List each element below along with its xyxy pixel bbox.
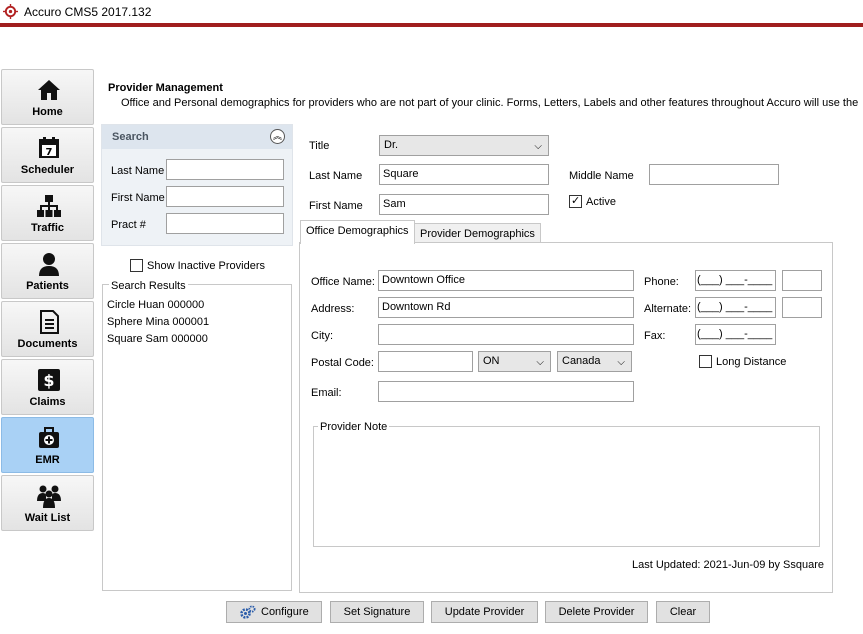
org-chart-icon: [37, 195, 61, 217]
provider-note-area[interactable]: [313, 426, 820, 547]
middle-name-input[interactable]: [649, 164, 779, 185]
chevron-down-icon: ⌵: [536, 357, 544, 368]
search-results-title: Search Results: [109, 280, 188, 292]
title-select-value: Dr.: [384, 139, 399, 151]
search-panel-title: Search: [112, 131, 149, 143]
province-select[interactable]: ON ⌵: [478, 351, 551, 372]
sidebar-item-label: Patients: [26, 280, 69, 292]
city-input[interactable]: [378, 324, 634, 345]
search-first-name-input[interactable]: [166, 186, 284, 207]
accent-bar: [0, 23, 863, 27]
active-label: Active: [586, 196, 616, 208]
city-label: City:: [311, 330, 333, 342]
last-updated-text: Last Updated: 2021-Jun-09 by Ssquare: [632, 559, 825, 571]
country-select-value: Canada: [562, 355, 601, 367]
tab-office-demographics[interactable]: Office Demographics: [300, 220, 415, 244]
list-item[interactable]: Square Sam 000000: [107, 333, 208, 345]
sidebar-item-label: Traffic: [30, 222, 64, 234]
search-first-name-label: First Name: [111, 192, 165, 204]
svg-text:$: $: [43, 371, 54, 390]
sidebar-item-wait-list[interactable]: Wait List: [1, 475, 94, 531]
title-label: Title: [309, 140, 330, 152]
list-item[interactable]: Circle Huan 000000: [107, 299, 204, 311]
active-checkbox[interactable]: [569, 194, 582, 208]
search-panel-header: Search ︽: [102, 125, 292, 149]
sidebar-item-patients[interactable]: Patients: [1, 243, 94, 299]
search-pract-label: Pract #: [111, 219, 146, 231]
alternate-label: Alternate:: [644, 303, 692, 315]
svg-text:7: 7: [46, 147, 53, 158]
sidebar-item-traffic[interactable]: Traffic: [1, 185, 94, 241]
last-name-label: Last Name: [309, 170, 363, 182]
address-input[interactable]: Downtown Rd: [378, 297, 634, 318]
last-name-input[interactable]: Square: [379, 164, 549, 185]
fax-input[interactable]: (___) ___-____: [695, 324, 776, 345]
alternate-ext-input[interactable]: [782, 297, 822, 318]
show-inactive-label: Show Inactive Providers: [147, 260, 265, 272]
calendar-icon: 7: [39, 137, 59, 158]
search-results-list: [102, 284, 292, 591]
clear-button[interactable]: Clear: [656, 601, 710, 623]
update-provider-button[interactable]: Update Provider: [431, 601, 538, 623]
phone-label: Phone:: [644, 276, 679, 288]
sidebar-item-label: Claims: [29, 396, 66, 408]
phone-ext-input[interactable]: [782, 270, 822, 291]
sidebar-item-emr[interactable]: EMR: [1, 417, 94, 473]
app-logo-icon: [3, 4, 18, 19]
alternate-input[interactable]: (___) ___-____: [695, 297, 776, 318]
sidebar-item-label: Wait List: [24, 512, 71, 524]
page-title: Provider Management: [108, 82, 223, 94]
show-inactive-checkbox[interactable]: [130, 259, 143, 272]
sidebar-item-home[interactable]: Home: [1, 69, 94, 125]
medical-bag-icon: [39, 427, 59, 448]
title-select[interactable]: Dr. ⌵: [379, 135, 549, 156]
home-icon: [38, 80, 60, 100]
document-icon: [40, 310, 59, 334]
email-label: Email:: [311, 387, 342, 399]
middle-name-label: Middle Name: [569, 170, 634, 182]
set-signature-button[interactable]: Set Signature: [330, 601, 424, 623]
search-last-name-label: Last Name: [111, 165, 165, 177]
gear-icon: [240, 605, 256, 619]
collapse-icon[interactable]: ︽: [270, 129, 285, 144]
configure-button[interactable]: Configure: [226, 601, 322, 623]
postal-code-label: Postal Code:: [311, 357, 374, 369]
delete-provider-button[interactable]: Delete Provider: [545, 601, 648, 623]
chevron-down-icon: ⌵: [617, 357, 625, 368]
search-pract-input[interactable]: [166, 213, 284, 234]
office-name-input[interactable]: Downtown Office: [378, 270, 634, 291]
long-distance-label: Long Distance: [716, 356, 787, 368]
window-title: Accuro CMS5 2017.132: [24, 5, 152, 19]
email-input[interactable]: [378, 381, 634, 402]
postal-code-input[interactable]: [378, 351, 473, 372]
search-panel: Search ︽ Last Name First Name Pract #: [101, 124, 293, 246]
sidebar-item-label: Documents: [17, 338, 78, 350]
fax-label: Fax:: [644, 330, 666, 342]
group-icon: [37, 485, 61, 508]
office-name-label: Office Name:: [311, 276, 375, 288]
sidebar-item-scheduler[interactable]: 7 Scheduler: [1, 127, 94, 183]
sidebar-item-claims[interactable]: $ Claims: [1, 359, 94, 415]
search-last-name-input[interactable]: [166, 159, 284, 180]
person-icon: [39, 253, 59, 276]
provider-note-label: Provider Note: [318, 421, 390, 433]
sidebar-item-documents[interactable]: Documents: [1, 301, 94, 357]
list-item[interactable]: Sphere Mina 000001: [107, 316, 209, 328]
dollar-icon: $: [38, 369, 60, 391]
title-bar: Accuro CMS5 2017.132: [0, 0, 863, 24]
province-select-value: ON: [483, 355, 500, 367]
first-name-input[interactable]: Sam: [379, 194, 549, 215]
address-label: Address:: [311, 303, 355, 315]
country-select[interactable]: Canada ⌵: [557, 351, 632, 372]
configure-button-label: Configure: [261, 606, 309, 618]
long-distance-checkbox[interactable]: [699, 355, 712, 368]
sidebar-item-label: Home: [32, 106, 63, 118]
page-subtitle: Office and Personal demographics for pro…: [121, 97, 859, 109]
phone-input[interactable]: (___) ___-____: [695, 270, 776, 291]
first-name-label: First Name: [309, 200, 363, 212]
sidebar-item-label: EMR: [35, 454, 60, 466]
sidebar-item-label: Scheduler: [20, 164, 75, 176]
chevron-down-icon: ⌵: [534, 141, 542, 152]
